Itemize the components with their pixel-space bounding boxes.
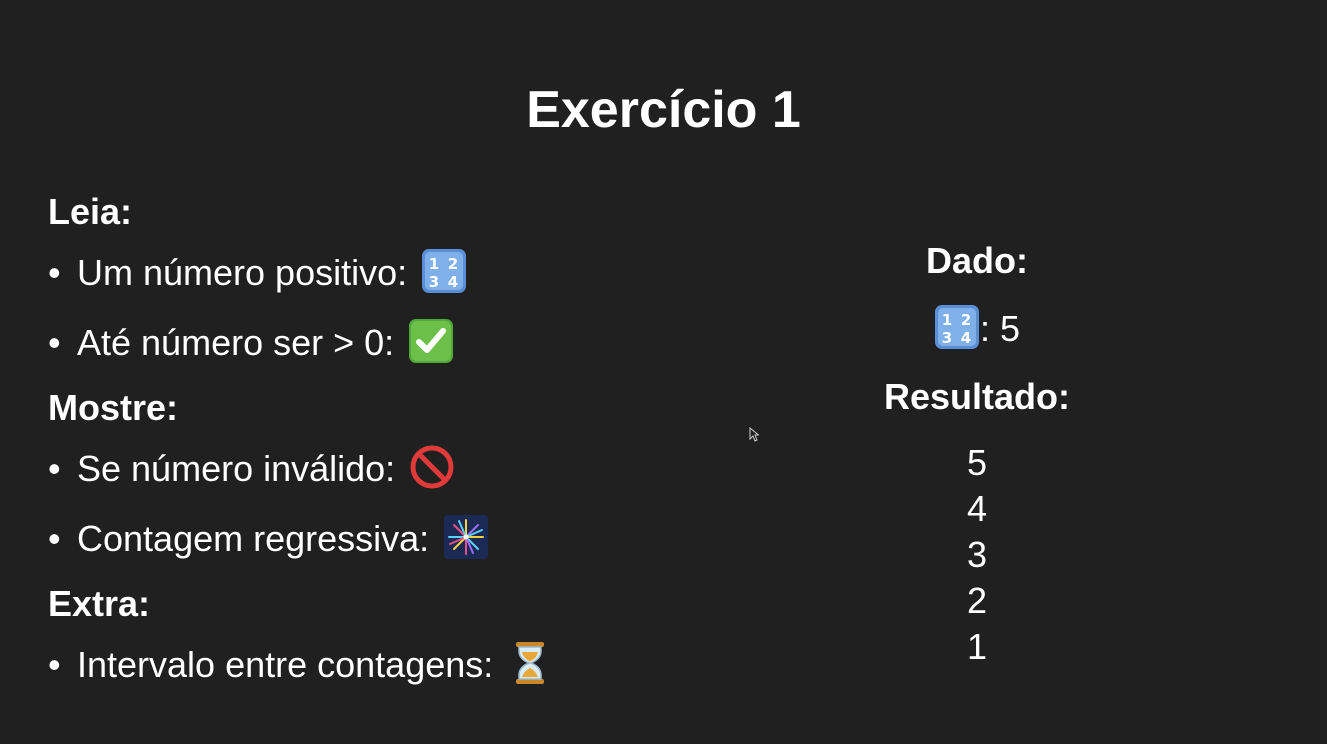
bullet-dot: • — [48, 644, 61, 685]
bullet-dot: • — [48, 518, 61, 559]
slide-title: Exercício 1 — [526, 81, 801, 139]
instructions-column: Leia: • Um número positivo: 1 2 3 4 • Até … — [48, 186, 768, 700]
section-heading-mostre: Mostre: — [48, 387, 179, 428]
result-number: 2 — [966, 580, 988, 621]
slide: Exercício 1 Leia: • Um número positivo: 1… — [0, 0, 1327, 744]
bullet-item: • Intervalo entre contagens: — [48, 630, 768, 700]
check-mark-button-icon — [409, 319, 454, 363]
section-heading-extra: Extra: — [48, 583, 151, 624]
bullet-text: Intervalo entre contagens: — [77, 644, 494, 685]
result-heading: Resultado: — [883, 376, 1070, 417]
bullet-text: Até número ser > 0: — [77, 322, 395, 363]
example-column: Dado: 1 2 3 4 : 5 Resultado: 5 4 3 2 1 — [840, 234, 1114, 670]
bullet-dot: • — [48, 322, 61, 363]
bullet-text: Se número inválido: — [77, 448, 396, 489]
result-number: 3 — [966, 534, 988, 575]
result-number: 4 — [966, 488, 988, 529]
svg-text:2: 2 — [448, 255, 458, 273]
bullet-text: Um número positivo: — [77, 252, 408, 293]
result-number: 5 — [966, 442, 988, 483]
bullet-text: Contagem regressiva: — [77, 518, 430, 559]
svg-text:1: 1 — [942, 311, 952, 329]
svg-text:4: 4 — [961, 329, 971, 347]
bullet-item: • Até número ser > 0: — [48, 308, 768, 378]
bullet-item: • Se número inválido: — [48, 434, 768, 504]
fireworks-icon — [444, 515, 489, 559]
hourglass-icon — [516, 642, 545, 684]
input-numbers-icon: 1 2 3 4 — [422, 249, 467, 293]
input-numbers-icon: 1 2 3 4 — [934, 305, 979, 349]
section-heading-leia: Leia: — [48, 191, 133, 232]
bullet-dot: • — [48, 448, 61, 489]
svg-text:4: 4 — [448, 273, 458, 291]
given-heading: Dado: — [926, 240, 1028, 281]
bullet-item: • Um número positivo: 1 2 3 4 — [48, 238, 768, 308]
given-value: : 5 — [979, 308, 1021, 349]
result-number: 1 — [966, 626, 988, 667]
mouse-cursor-icon — [749, 427, 759, 442]
svg-text:3: 3 — [942, 329, 952, 347]
svg-text:3: 3 — [429, 273, 439, 291]
prohibited-icon — [410, 445, 454, 489]
result-list: 5 4 3 2 1 — [840, 440, 1114, 670]
given-line: 1 2 3 4 : 5 — [840, 288, 1114, 370]
bullet-dot: • — [48, 252, 61, 293]
bullet-item: • Contagem regressiva: — [48, 504, 768, 574]
svg-text:2: 2 — [961, 311, 971, 329]
svg-text:1: 1 — [429, 255, 439, 273]
